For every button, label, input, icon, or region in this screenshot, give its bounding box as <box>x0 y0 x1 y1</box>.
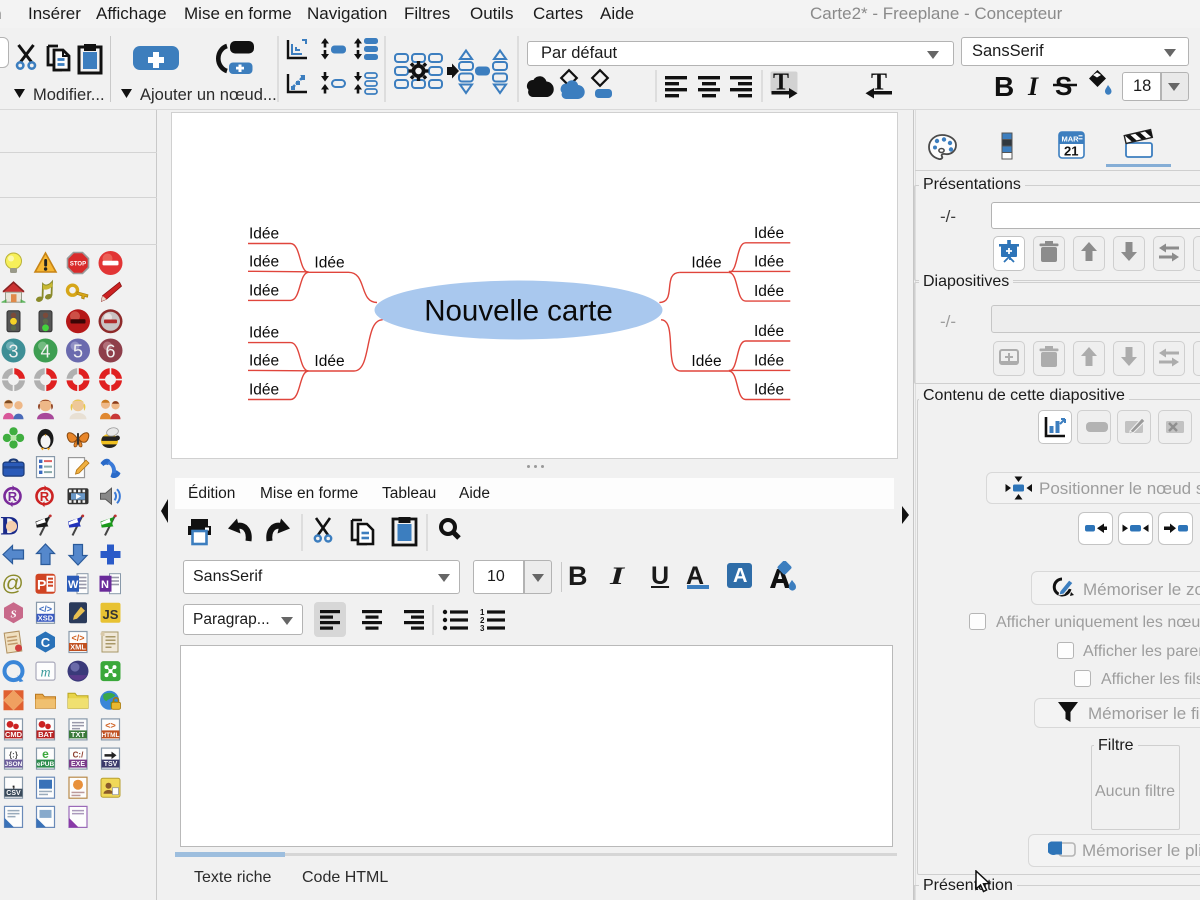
svg-text:6: 6 <box>105 342 115 362</box>
svg-text:,: , <box>12 776 16 791</box>
svg-text:EXE: EXE <box>71 761 85 768</box>
svg-text:B: B <box>994 71 1014 102</box>
svg-text:N: N <box>101 579 109 591</box>
svg-text:C: C <box>41 635 51 650</box>
svg-text:CMD: CMD <box>5 730 23 739</box>
svg-text:Idée: Idée <box>754 323 784 340</box>
svg-text:{:}: {:} <box>9 751 18 760</box>
svg-text:Idée: Idée <box>691 353 721 370</box>
svg-text:Idée: Idée <box>314 353 344 370</box>
svg-text:BAT: BAT <box>38 730 53 739</box>
svg-text:4: 4 <box>40 342 50 362</box>
svg-text:m: m <box>40 666 50 681</box>
svg-text:Idée: Idée <box>249 325 279 342</box>
svg-text:W: W <box>68 579 79 591</box>
svg-text:3: 3 <box>8 342 18 362</box>
svg-text:HTML: HTML <box>101 732 119 739</box>
svg-text:XML: XML <box>70 643 86 652</box>
svg-text:MAR: MAR <box>1061 135 1079 144</box>
svg-text:Idée: Idée <box>754 225 784 242</box>
svg-text:<>: <> <box>105 720 116 730</box>
svg-text:5: 5 <box>73 342 83 362</box>
svg-text:STOP: STOP <box>70 262 86 268</box>
svg-text:Idée: Idée <box>249 382 279 399</box>
svg-text:Idée: Idée <box>754 353 784 370</box>
svg-text:XSD: XSD <box>38 613 54 622</box>
svg-text:21: 21 <box>1064 144 1078 159</box>
svg-text:JSON: JSON <box>5 761 23 768</box>
svg-text:CSV: CSV <box>6 790 21 797</box>
svg-text:C:/: C:/ <box>73 751 84 760</box>
svg-text:Idée: Idée <box>754 283 784 300</box>
svg-text:e: e <box>42 747 49 761</box>
svg-text:R: R <box>40 489 50 504</box>
svg-text:</>: </> <box>39 604 52 614</box>
svg-text:S: S <box>10 608 16 620</box>
svg-text:Modifier...: Modifier... <box>33 86 105 104</box>
svg-text:Idée: Idée <box>249 226 279 243</box>
svg-text:Idée: Idée <box>754 254 784 271</box>
svg-text:ePUB: ePUB <box>37 761 55 768</box>
svg-text:</>: </> <box>71 633 84 643</box>
svg-text:Nouvelle carte: Nouvelle carte <box>424 295 613 328</box>
svg-text:Idée: Idée <box>314 255 344 272</box>
svg-text:P: P <box>37 577 46 593</box>
svg-text:Idée: Idée <box>691 255 721 272</box>
svg-text:I: I <box>1027 72 1039 101</box>
svg-text:TXT: TXT <box>71 730 86 739</box>
svg-text:R: R <box>8 489 18 504</box>
svg-text:Ajouter un nœud...: Ajouter un nœud... <box>140 86 277 104</box>
svg-text:JS: JS <box>103 607 119 622</box>
svg-text:TSV: TSV <box>104 761 118 768</box>
svg-text:3: 3 <box>480 624 485 633</box>
svg-text:Idée: Idée <box>249 283 279 300</box>
svg-text:@: @ <box>2 571 24 596</box>
svg-text:Idée: Idée <box>249 254 279 271</box>
svg-text:Idée: Idée <box>754 382 784 399</box>
svg-text:Idée: Idée <box>249 353 279 370</box>
